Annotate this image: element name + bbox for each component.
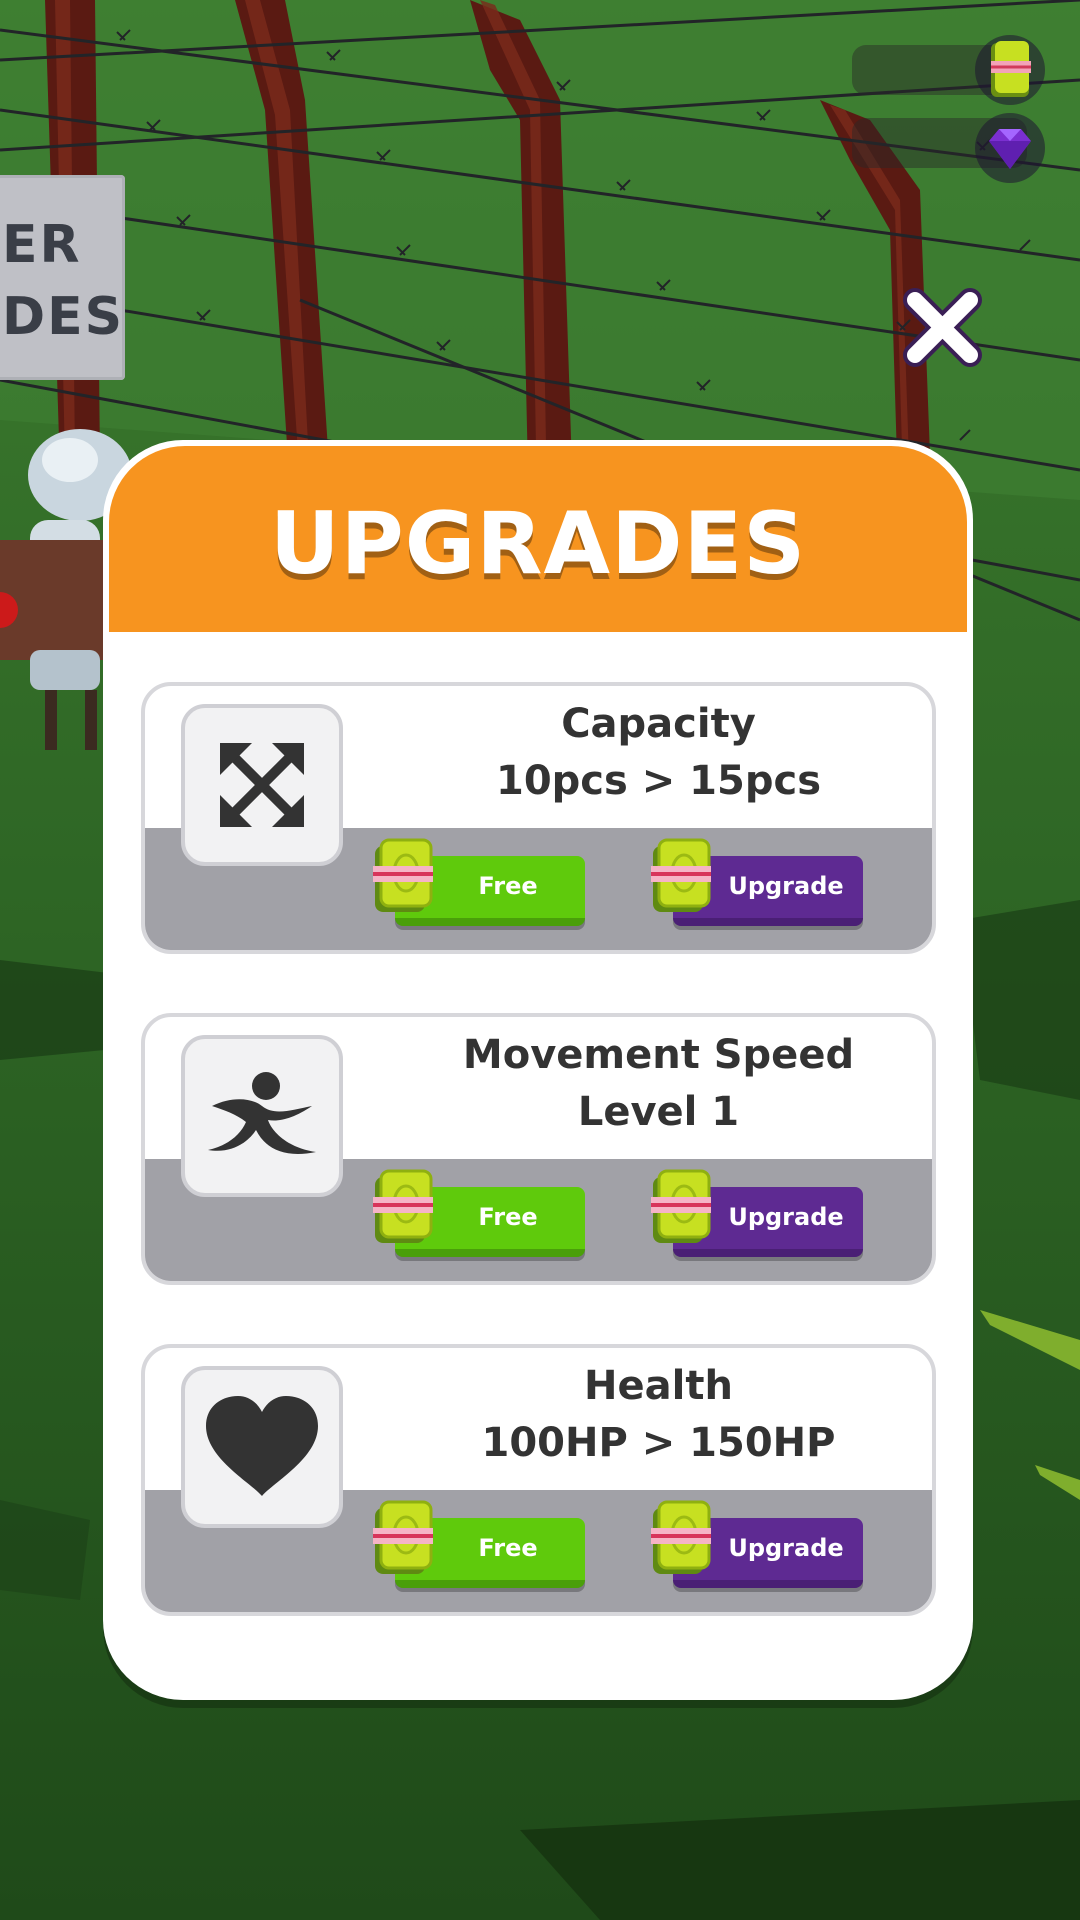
free-button[interactable]: Free [373, 1169, 585, 1257]
upgrade-button[interactable]: Upgrade [651, 838, 863, 926]
panel-header: UPGRADES [109, 446, 967, 632]
upgrades-panel: UPGRADES Capacity 10pcs > 15pcs Free Upg… [103, 440, 973, 1700]
upgrade-card-health: Health 100HP > 150HP Free Upgrade [141, 1344, 936, 1616]
upgrade-button[interactable]: Upgrade [651, 1500, 863, 1588]
card-title: Health [584, 1363, 733, 1409]
card-title: Capacity [561, 701, 756, 747]
upgrade-button-label: Upgrade [728, 1534, 844, 1562]
close-icon [903, 288, 982, 367]
card-icon-box [181, 1035, 343, 1197]
card-subtitle: Level 1 [577, 1089, 740, 1135]
card-subtitle: 100HP > 150HP [481, 1420, 836, 1466]
cash-stack-icon [373, 1500, 433, 1574]
free-button-label: Free [478, 1203, 538, 1231]
heart-icon [206, 1396, 318, 1496]
free-button-label: Free [478, 1534, 538, 1562]
cash-stack-icon [651, 838, 711, 912]
upgrade-card-movement-speed: Movement Speed Level 1 Free Upgrade [141, 1013, 936, 1285]
sign-text-line1: ER [2, 215, 82, 275]
upgrade-button[interactable]: Upgrade [651, 1169, 863, 1257]
expand-arrows-icon [220, 743, 304, 827]
card-title: Movement Speed [462, 1032, 855, 1078]
free-button[interactable]: Free [373, 1500, 585, 1588]
free-button[interactable]: Free [373, 838, 585, 926]
purple-gem-icon [975, 113, 1045, 183]
upgrade-button-label: Upgrade [728, 872, 844, 900]
card-icon-box [181, 1366, 343, 1528]
close-button[interactable] [895, 280, 990, 375]
card-subtitle: 10pcs > 15pcs [496, 758, 821, 804]
card-icon-box [181, 704, 343, 866]
cash-stack-icon [373, 1169, 433, 1243]
running-figure-icon [208, 1072, 316, 1154]
cash-stack-icon [373, 838, 433, 912]
free-button-label: Free [478, 872, 538, 900]
cash-stack-icon [975, 35, 1045, 105]
cash-stack-icon [651, 1500, 711, 1574]
panel-title: UPGRADES [269, 494, 807, 594]
upgrade-button-label: Upgrade [728, 1203, 844, 1231]
cash-stack-icon [651, 1169, 711, 1243]
sign-text-line2: DES [2, 287, 125, 347]
upgrade-sign-board: ER DES [0, 175, 125, 380]
upgrade-card-capacity: Capacity 10pcs > 15pcs Free Upgrade [141, 682, 936, 954]
